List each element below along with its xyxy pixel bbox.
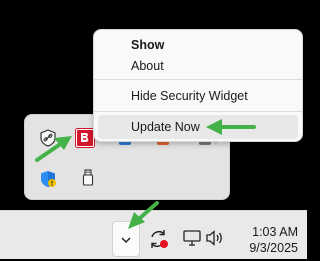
menu-item-update-now[interactable]: Update Now [98, 115, 298, 139]
clock-time: 1:03 AM [252, 225, 298, 239]
usb-drive-icon[interactable] [79, 169, 97, 187]
chevron-up-icon [121, 237, 131, 244]
shield-link-icon[interactable] [39, 129, 57, 147]
sync-alert-icon[interactable] [148, 228, 170, 250]
menu-item-hide-security-widget[interactable]: Hide Security Widget [98, 84, 298, 108]
clock[interactable]: 1:03 AM 9/3/2025 [232, 224, 298, 256]
menu-separator [94, 79, 302, 80]
monitor-icon[interactable] [182, 229, 202, 247]
menu-separator [94, 111, 302, 112]
show-hidden-icons-button[interactable] [112, 221, 140, 257]
taskbar: 1:03 AM 9/3/2025 [0, 210, 307, 259]
context-menu: Show About Hide Security Widget Update N… [93, 29, 303, 142]
clock-date: 9/3/2025 [249, 241, 298, 255]
volume-icon[interactable] [204, 229, 224, 247]
bitdefender-b-icon[interactable] [75, 128, 95, 148]
windows-security-icon[interactable] [39, 170, 57, 188]
menu-item-about[interactable]: About [98, 54, 298, 78]
